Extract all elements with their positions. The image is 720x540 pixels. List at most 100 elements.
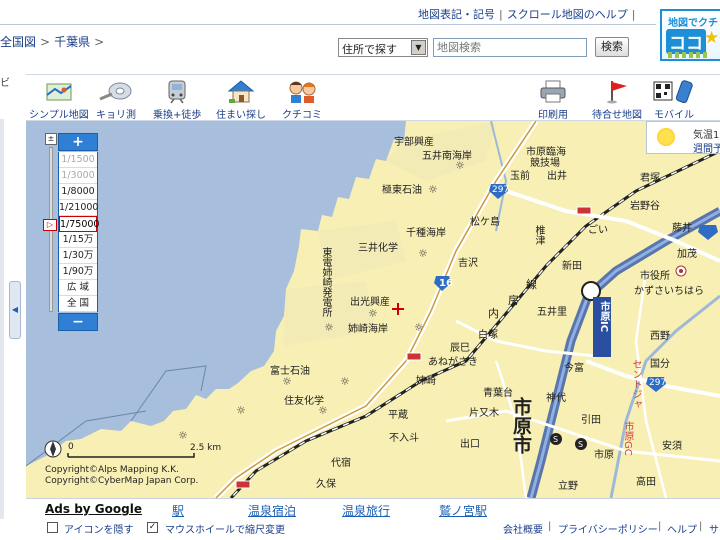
zoom-level-item[interactable]: 1/1500 bbox=[59, 152, 97, 168]
map-label: 新田 bbox=[562, 261, 582, 272]
ad-link[interactable]: 温泉宿泊 bbox=[248, 502, 296, 519]
scroll-map-help-link[interactable]: スクロール地図のヘルプ bbox=[507, 8, 628, 21]
factory-icon: ☼ bbox=[236, 404, 246, 417]
breadcrumb-item-chiba[interactable]: 千葉県 bbox=[54, 35, 90, 49]
footer-link-truncated[interactable]: サ bbox=[709, 521, 719, 536]
ad-link[interactable]: 鷲ノ宮駅 bbox=[439, 502, 487, 519]
star-icon: ★ bbox=[704, 28, 720, 48]
map-label: セントジャ bbox=[630, 359, 641, 409]
weather-weekly-link[interactable]: 週間予 bbox=[693, 140, 720, 155]
map-label: 出井 bbox=[547, 171, 567, 182]
ad-banner[interactable]: 地図でクチ ココ ★ bbox=[660, 9, 720, 61]
search-input[interactable] bbox=[433, 38, 587, 57]
route-shield-label: 16 bbox=[439, 278, 453, 289]
ic-label: 市原IC bbox=[598, 301, 609, 333]
mobile-label: モバイル bbox=[654, 110, 694, 121]
separator: | bbox=[548, 521, 552, 532]
zoom-level-item[interactable]: 1/30万 bbox=[59, 248, 97, 264]
people-chat-icon bbox=[289, 81, 316, 103]
zoom-slider[interactable]: ± ▷ bbox=[43, 133, 57, 318]
map-label: 線 bbox=[526, 278, 537, 291]
print-button[interactable]: 印刷用 bbox=[538, 79, 568, 121]
zoom-level-item[interactable]: 1/21000 bbox=[59, 200, 98, 216]
hide-icons-label: アイコンを隠す bbox=[64, 525, 134, 536]
flag-icon bbox=[607, 81, 627, 104]
chevron-right-icon: > bbox=[40, 35, 51, 49]
zoom-level-item[interactable]: 1/8000 bbox=[59, 184, 97, 200]
zoom-level-item[interactable]: 全 国 bbox=[59, 296, 97, 312]
zoom-level-item[interactable]: 1/75000 bbox=[59, 216, 99, 232]
ad-link[interactable]: 駅 bbox=[172, 502, 184, 519]
map-label: 神代 bbox=[546, 393, 566, 404]
map-label: 君塚 bbox=[640, 173, 660, 184]
map-label: 姉崎海岸 bbox=[348, 324, 388, 335]
copyright-line: Copyright©Alps Mapping K.K. bbox=[45, 465, 179, 475]
map-label: 出光興産 bbox=[350, 297, 390, 308]
mobile-button[interactable]: モバイル bbox=[652, 79, 696, 121]
print-label: 印刷用 bbox=[538, 110, 568, 121]
map-label: 千種海岸 bbox=[406, 228, 446, 239]
map-label: 西野 bbox=[650, 331, 670, 342]
map-copyright: Copyright©Alps Mapping K.K. Copyright©Cy… bbox=[45, 465, 198, 487]
privacy-policy-link[interactable]: プライバシーポリシー bbox=[558, 521, 658, 536]
meetup-map-button[interactable]: 待合せ地図 bbox=[592, 79, 642, 121]
wheel-zoom-checkbox[interactable]: ✓ bbox=[147, 522, 158, 533]
map-label: 岩野谷 bbox=[630, 201, 660, 212]
kuchikomi-button[interactable]: クチコミ bbox=[282, 79, 322, 121]
scale-distance: 2.5 km bbox=[190, 443, 222, 453]
mobile-qr-icon bbox=[653, 80, 693, 104]
hide-icons-checkbox[interactable] bbox=[47, 522, 58, 533]
map-legend-link[interactable]: 地図表記・記号 bbox=[418, 8, 495, 21]
factory-icon: ☼ bbox=[340, 375, 350, 388]
zoom-out-button[interactable]: − bbox=[58, 313, 98, 331]
train-icon bbox=[168, 80, 186, 104]
map-label: 椎津 bbox=[533, 225, 544, 245]
zoom-level-item[interactable]: 広 域 bbox=[59, 280, 97, 296]
wheel-zoom-label: マウスホイールで縮尺変更 bbox=[165, 525, 285, 536]
factory-icon: ☼ bbox=[318, 404, 328, 417]
measure-distance-button[interactable]: キョリ測 bbox=[96, 79, 136, 121]
separator: | bbox=[658, 521, 662, 532]
copyright-line: Copyright©CyberMap Japan Corp. bbox=[45, 476, 199, 486]
ad-link[interactable]: 温泉旅行 bbox=[342, 502, 390, 519]
weather-widget[interactable]: 気温17 週間予 bbox=[646, 121, 720, 155]
meetup-map-label: 待合せ地図 bbox=[592, 110, 642, 121]
map-label: 宇部興産 bbox=[394, 137, 434, 148]
city-name-label: 市原市 bbox=[510, 397, 532, 454]
factory-icon: ☼ bbox=[428, 183, 438, 196]
map-label: 内 bbox=[488, 307, 499, 320]
map-label: 立野 bbox=[558, 481, 578, 492]
left-panel-bar bbox=[0, 119, 4, 519]
factory-icon: ☼ bbox=[324, 321, 334, 334]
map-label: あねがさき bbox=[428, 357, 478, 368]
search-type-select[interactable]: 住所で探す ▼ bbox=[338, 38, 428, 57]
zoom-level-item[interactable]: 1/3000 bbox=[59, 168, 97, 184]
map-label: 不入斗 bbox=[389, 433, 419, 444]
separator: | bbox=[631, 8, 636, 21]
zoom-control: ± ▷ + 1/1500 1/3000 1/8000 1/21000 1/75000 1/… bbox=[43, 133, 99, 333]
transit-walk-label: 乗換+徒歩 bbox=[153, 110, 202, 121]
ads-by-google-label[interactable]: Ads by Google bbox=[45, 502, 142, 516]
breadcrumb-item-national[interactable]: 全国図 bbox=[0, 35, 36, 49]
zoom-slider-handle[interactable]: ▷ bbox=[43, 219, 57, 231]
simple-map-button[interactable]: シンプル地図 bbox=[29, 79, 89, 121]
zoom-in-button[interactable]: + bbox=[58, 133, 98, 151]
map-label: 三井化学 bbox=[358, 243, 398, 254]
simple-map-label: シンプル地図 bbox=[29, 110, 89, 121]
zoom-level-list: 1/1500 1/3000 1/8000 1/21000 1/75000 1/15万 1/3… bbox=[58, 152, 99, 312]
map-label: 辰巳 bbox=[450, 343, 470, 354]
map-label: 代宿 bbox=[331, 458, 351, 469]
company-info-link[interactable]: 会社概要 bbox=[503, 521, 543, 536]
kuchikomi-label: クチコミ bbox=[282, 110, 322, 121]
search-button[interactable]: 検索 bbox=[595, 37, 629, 57]
scale-bar: 0 2.5 km bbox=[44, 437, 221, 465]
help-link[interactable]: ヘルプ bbox=[667, 521, 697, 536]
collapse-panel-button[interactable]: ◀ bbox=[9, 281, 21, 339]
ad-banner-line1: 地図でクチ bbox=[668, 18, 718, 29]
housing-search-button[interactable]: 住まい探し bbox=[216, 79, 266, 121]
zoom-level-item[interactable]: 1/15万 bbox=[59, 232, 97, 248]
zoom-level-item[interactable]: 1/90万 bbox=[59, 264, 97, 280]
transit-walk-button[interactable]: 乗換+徒歩 bbox=[153, 79, 201, 121]
map-label: 松ケ島 bbox=[470, 217, 500, 228]
map-label: 五井里 bbox=[537, 307, 567, 318]
